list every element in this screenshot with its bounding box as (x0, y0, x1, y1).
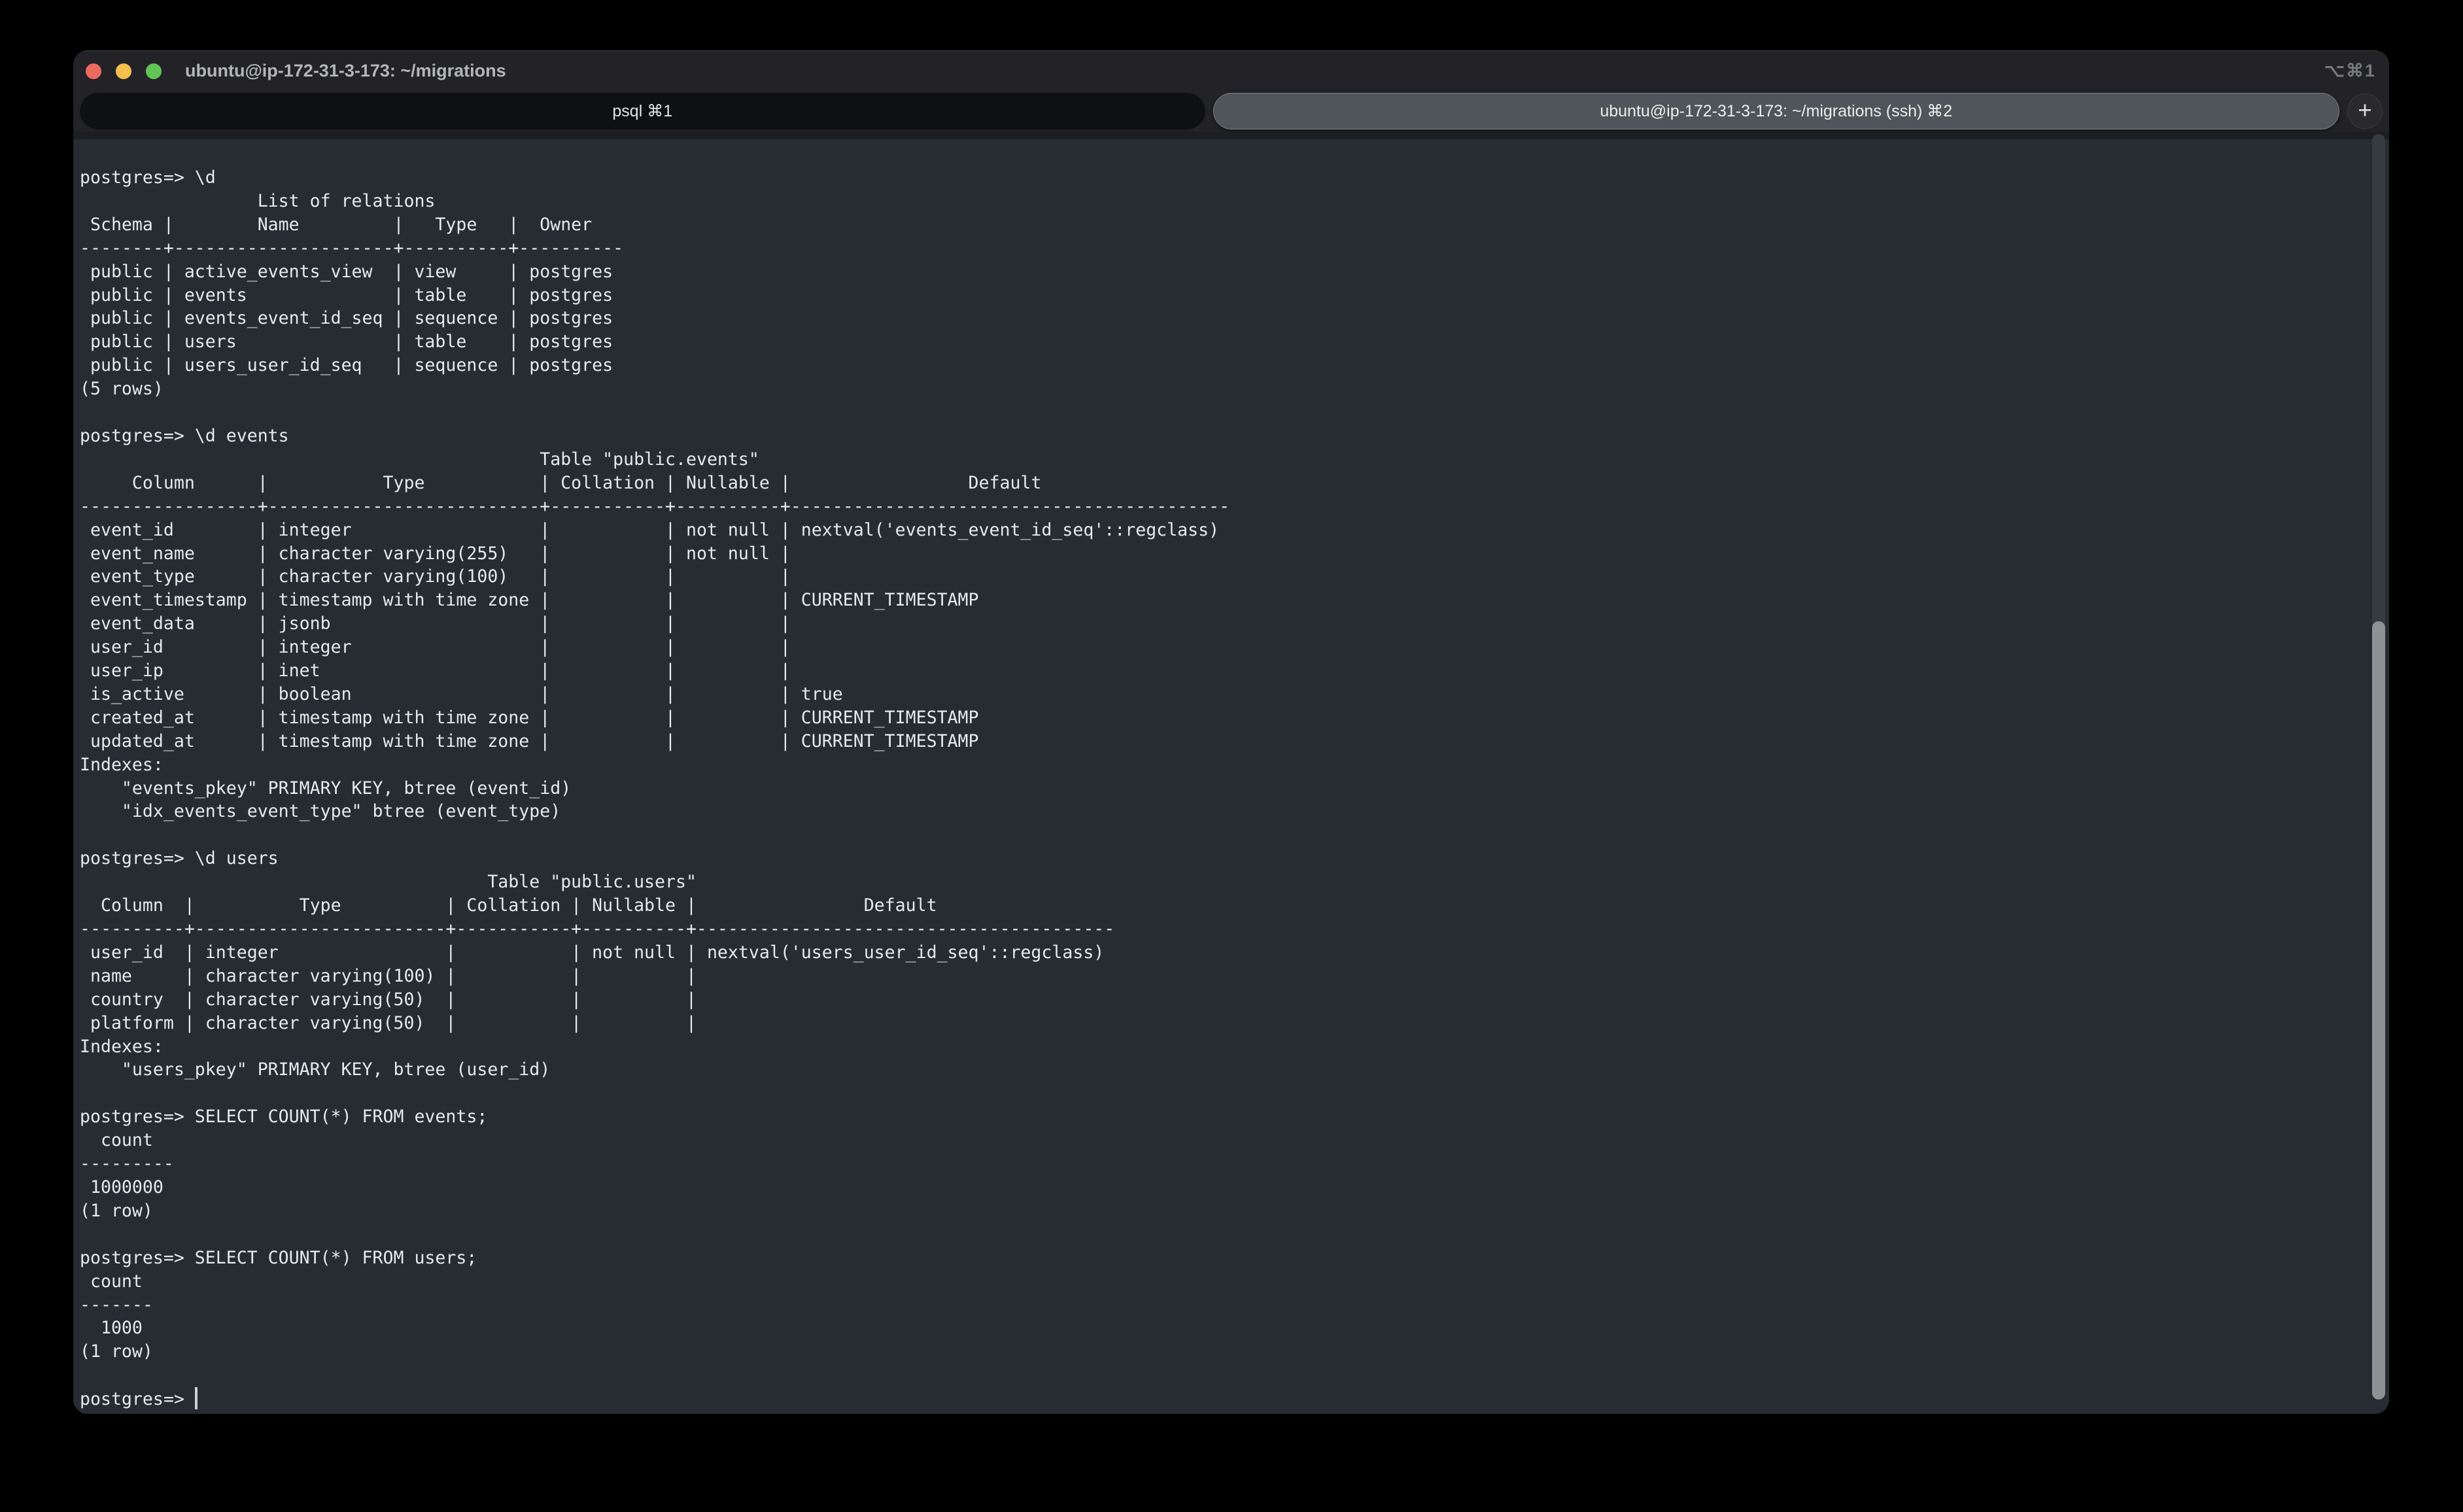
close-button[interactable] (86, 63, 101, 79)
tab-psql[interactable]: psql ⌘1 (80, 93, 1205, 129)
scrollbar-thumb[interactable] (2372, 621, 2385, 1400)
tab-bar-divider (73, 131, 2389, 139)
terminal-cursor (195, 1387, 198, 1409)
tab-bar: psql ⌘1 ubuntu@ip-172-31-3-173: ~/migrat… (73, 91, 2389, 131)
minimize-button[interactable] (116, 63, 131, 79)
title-bar: ubuntu@ip-172-31-3-173: ~/migrations ⌥⌘1 (73, 50, 2389, 91)
terminal-content[interactable]: postgres=> \d List of relations Schema |… (73, 139, 2389, 1414)
terminal-window: ubuntu@ip-172-31-3-173: ~/migrations ⌥⌘1… (73, 50, 2389, 1414)
terminal-output: postgres=> \d List of relations Schema |… (80, 167, 1230, 1409)
window-shortcut-hint: ⌥⌘1 (2324, 61, 2376, 81)
terminal-screen: postgres=> \d List of relations Schema |… (73, 139, 2389, 1411)
zoom-button[interactable] (146, 63, 162, 79)
new-tab-button[interactable]: + (2347, 94, 2383, 129)
window-title: ubuntu@ip-172-31-3-173: ~/migrations (185, 61, 506, 81)
tab-ssh-migrations[interactable]: ubuntu@ip-172-31-3-173: ~/migrations (ss… (1213, 93, 2340, 129)
scrollbar-track[interactable] (2372, 134, 2385, 1400)
traffic-lights (86, 63, 162, 79)
